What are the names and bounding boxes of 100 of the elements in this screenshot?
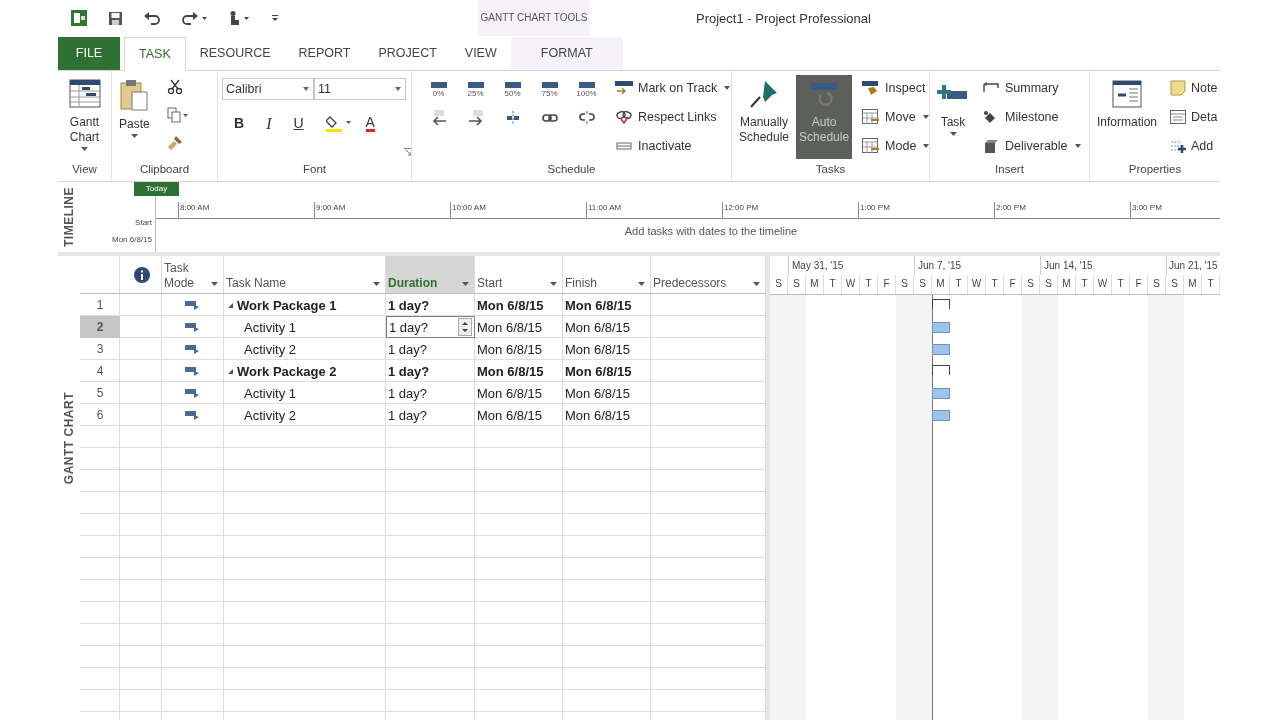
duration-cell-text: 1 day? [387,340,429,359]
customize-caret-icon[interactable] [271,14,279,22]
note-icon [1170,80,1187,96]
format-painter-icon[interactable] [166,135,183,151]
save-icon[interactable] [108,10,123,26]
percent-complete-button[interactable]: 0% [429,81,448,98]
insert-command[interactable]: Milestone [982,107,1081,127]
italic-button[interactable]: I [266,114,272,132]
schedule-mode-button[interactable]: Manually Schedule [736,75,793,159]
filter-caret-icon[interactable] [373,282,380,286]
day-label: M [806,275,824,294]
split-icon[interactable] [505,111,520,125]
spinner-icon[interactable] [458,318,472,336]
task-mode-icon [185,322,201,332]
redo-icon[interactable] [181,11,207,25]
collapse-icon[interactable] [228,368,233,374]
properties-command[interactable]: Add [1170,136,1218,156]
caret-icon [1074,144,1081,148]
column-header[interactable]: Predecessors [651,256,766,293]
caret-icon [395,87,401,91]
duration-field[interactable]: 1 day? [386,316,475,338]
summary-bar[interactable] [932,299,950,309]
finish-cell-text: Mon 6/8/15 [564,296,633,315]
schedule-command[interactable]: Inactivate [615,136,731,156]
group-label: Schedule [546,163,597,177]
filter-caret-icon[interactable] [638,282,645,286]
inspect-icon [862,81,881,95]
insert-command[interactable]: Summary [982,78,1081,98]
app-logo-icon[interactable] [70,9,88,27]
day-label: S [788,275,806,294]
day-label: S [770,275,788,294]
font-family-field[interactable]: Calibri [222,78,314,100]
ribbon-tab[interactable]: TASK [124,37,186,71]
percent-complete-button[interactable]: 25% [466,81,485,98]
column-header[interactable]: Start [475,256,563,293]
copy-icon[interactable] [166,107,189,123]
percent-complete-button[interactable]: 100% [576,81,597,98]
row-number[interactable]: 2 [80,316,120,338]
filter-caret-icon[interactable] [753,282,760,286]
row-number[interactable]: 5 [80,382,120,404]
cut-icon[interactable] [166,79,183,95]
inactive-bar-icon [615,139,633,153]
ribbon-tab[interactable]: REPORT [284,37,365,70]
row-number[interactable]: 3 [80,338,120,360]
finish-cell-text: Mon 6/8/15 [564,406,632,425]
duration-cell-text: 1 day? [387,384,429,403]
insert-command[interactable]: Deliverable [982,136,1081,156]
schedule-command[interactable]: Respect Links [615,107,731,127]
properties-command[interactable]: Deta [1170,107,1218,127]
task-command[interactable]: Move [862,107,929,127]
link-icon[interactable] [541,113,558,123]
ribbon-tab[interactable]: FILE [58,37,120,70]
properties-command[interactable]: Note [1170,78,1218,98]
time-tick: 1:00 PM [858,202,994,218]
collapse-icon[interactable] [228,302,233,308]
underline-button[interactable]: U [293,114,304,132]
schedule-command[interactable]: Mark on Track [615,78,731,98]
caret-icon [949,132,957,136]
paste-button[interactable]: Paste [116,75,153,140]
font-color-button[interactable]: A [365,114,375,132]
timeline-start-label: Start [135,218,152,227]
ribbon-tab[interactable]: RESOURCE [185,37,285,70]
touch-mode-icon[interactable] [227,10,251,26]
schedule-mode-button[interactable]: Auto Schedule [796,75,853,159]
caret-icon [922,115,929,119]
column-header[interactable]: Finish [563,256,651,293]
insert-task-button[interactable]: Task [934,75,972,138]
caret-icon [81,147,88,151]
filter-caret-icon[interactable] [462,282,469,286]
filter-caret-icon[interactable] [211,282,218,286]
task-name: Work Package 2 [237,362,337,381]
gantt-chart-button[interactable]: Gantt Chart [62,75,107,153]
ribbon-tab[interactable]: FORMAT [510,37,623,70]
finish-cell-text: Mon 6/8/15 [564,384,632,403]
summary-bar[interactable] [932,365,950,375]
caret-icon [303,87,309,91]
row-number[interactable]: 1 [80,294,120,316]
font-size-field[interactable]: 11 [314,78,406,100]
fill-color-icon[interactable] [325,114,352,132]
task-command[interactable]: Mode [862,136,929,156]
group-label: Font [302,163,327,177]
bold-button[interactable]: B [234,114,245,132]
task-name: Activity 1 [244,318,296,337]
unlink-icon[interactable] [578,111,595,125]
ribbon-tab[interactable]: PROJECT [364,37,451,70]
dialog-launcher-icon[interactable] [404,148,411,156]
row-number[interactable]: 4 [80,360,120,382]
row-number[interactable]: 6 [80,404,120,426]
task-command[interactable]: Inspect [862,78,929,98]
column-header[interactable]: Task Mode [162,256,224,293]
filter-caret-icon[interactable] [550,282,557,286]
information-button[interactable]: Information [1094,75,1161,132]
percent-complete-button[interactable]: 50% [503,81,522,98]
timeline-side-label: TIMELINE [62,187,76,247]
column-header[interactable]: Duration [386,256,475,293]
time-tick: 3:00 PM [1130,202,1220,218]
indent-icon[interactable] [466,110,485,126]
ribbon-tab[interactable]: VIEW [450,37,511,70]
undo-icon[interactable] [143,11,161,25]
percent-complete-button[interactable]: 75% [540,81,559,98]
